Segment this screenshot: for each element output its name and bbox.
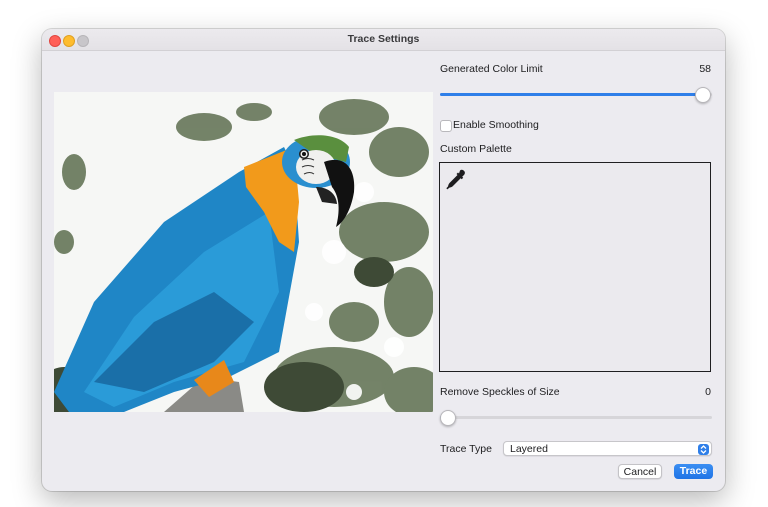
enable-smoothing-checkbox[interactable]: [440, 120, 452, 132]
custom-palette-area[interactable]: [439, 162, 711, 372]
eyedropper-icon[interactable]: [444, 168, 468, 192]
remove-speckles-value: 0: [705, 386, 711, 398]
image-preview: [54, 92, 433, 412]
custom-palette-label: Custom Palette: [440, 143, 512, 155]
color-limit-value: 58: [699, 63, 711, 75]
color-limit-slider-fill: [440, 93, 703, 96]
cancel-button[interactable]: Cancel: [618, 464, 662, 479]
trace-button[interactable]: Trace: [674, 464, 713, 479]
window-title: Trace Settings: [347, 33, 420, 45]
trace-type-label: Trace Type: [440, 443, 492, 455]
trace-type-select[interactable]: Layered: [503, 441, 712, 456]
enable-smoothing-label: Enable Smoothing: [453, 119, 539, 131]
color-limit-slider[interactable]: [440, 87, 712, 103]
chevron-up-down-icon: [698, 444, 709, 455]
remove-speckles-slider-knob[interactable]: [440, 410, 456, 426]
color-limit-slider-knob[interactable]: [695, 87, 712, 103]
remove-speckles-slider[interactable]: [440, 410, 712, 426]
color-limit-label: Generated Color Limit: [440, 63, 543, 75]
remove-speckles-label: Remove Speckles of Size: [440, 386, 560, 398]
trace-type-selected-value: Layered: [510, 443, 548, 455]
title-bar: Trace Settings: [42, 29, 725, 51]
parrot-image: [54, 92, 433, 412]
trace-settings-window: Trace Settings Generated Color Limit 58 …: [42, 29, 725, 491]
